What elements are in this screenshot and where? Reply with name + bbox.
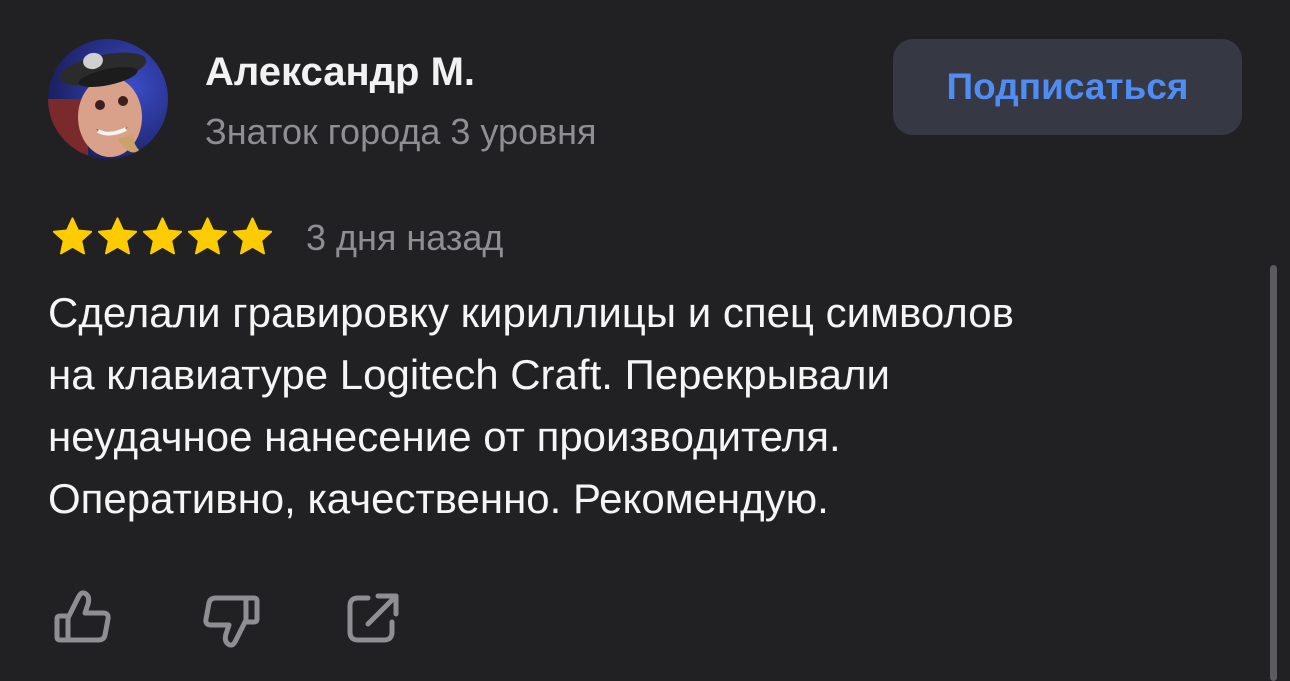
star-icon [52,217,93,255]
avatar-photo-icon [48,39,168,159]
thumbs-up-icon [54,590,111,643]
review-text-line: на клавиатуре Logitech Craft. Перекрывал… [48,351,890,398]
review-card: Александр М. Знаток города 3 уровня Подп… [0,0,1290,681]
author-name[interactable]: Александр М. [205,48,475,96]
scrollbar[interactable] [1270,265,1277,681]
star-icon [187,217,228,255]
subscribe-button[interactable]: Подписаться [893,39,1242,135]
review-text-line: Сделали гравировку кириллицы и спец симв… [48,289,1014,336]
star-icon [232,217,273,255]
author-avatar[interactable] [48,39,168,159]
review-text-line: неудачное нанесение от производителя. [48,413,841,460]
star-icon [142,217,183,255]
thumbs-down-icon [203,595,260,648]
share-icon [347,593,399,643]
review-text: Сделали гравировку кириллицы и спец симв… [48,282,1248,530]
review-text-line: Оперативно, качественно. Рекомендую. [48,475,829,522]
dislike-button[interactable] [196,584,266,654]
like-button[interactable] [48,584,118,654]
share-button[interactable] [338,584,408,654]
star-icon [97,217,138,255]
author-level: Знаток города 3 уровня [205,111,597,152]
review-date: 3 дня назад [306,217,504,258]
star-rating [50,214,275,260]
